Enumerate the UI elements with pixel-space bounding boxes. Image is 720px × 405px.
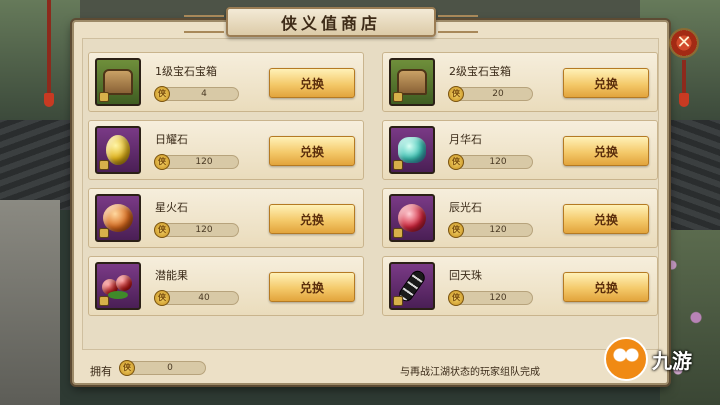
coin-icon: 侠 [448, 86, 464, 102]
shop-item-card: 2级宝石宝箱 侠 20 兑换 [382, 52, 658, 112]
shop-item-card: 回天珠 侠 120 兑换 [382, 256, 658, 316]
owned-label: 拥有 [90, 365, 112, 378]
close-icon: ✕ [676, 32, 692, 53]
shop-item-card: 星火石 侠 120 兑换 [88, 188, 364, 248]
shop-title-banner: 侠义值商店 [184, 7, 478, 37]
item-cost-value: 120 [489, 293, 507, 303]
yellow-gem-icon [106, 135, 130, 165]
coin-icon: 侠 [448, 222, 464, 238]
watermark-logo: 九游 [604, 334, 714, 384]
item-cost: 侠 40 [154, 290, 239, 306]
lock-icon [99, 296, 109, 306]
shop-item-card: 辰光石 侠 120 兑换 [382, 188, 658, 248]
exchange-button[interactable]: 兑换 [269, 68, 355, 98]
item-cost-value: 120 [195, 225, 213, 235]
tassel-left-decoration [44, 0, 54, 107]
item-icon-frame[interactable] [95, 58, 141, 106]
item-cost: 侠 120 [154, 222, 239, 238]
item-cost: 侠 120 [154, 154, 239, 170]
close-button[interactable]: ✕ [669, 28, 699, 58]
exchange-button[interactable]: 兑换 [269, 272, 355, 302]
item-cost-value: 120 [195, 157, 213, 167]
item-name: 1级宝石宝箱 [155, 65, 217, 78]
lock-icon [99, 228, 109, 238]
lock-icon [99, 160, 109, 170]
exchange-button[interactable]: 兑换 [563, 68, 649, 98]
shop-item-card: 月华石 侠 120 兑换 [382, 120, 658, 180]
item-icon-frame[interactable] [95, 194, 141, 242]
exchange-button[interactable]: 兑换 [563, 136, 649, 166]
background-wall-left [0, 200, 60, 405]
item-cost: 侠 4 [154, 86, 239, 102]
lock-icon [393, 296, 403, 306]
lock-icon [393, 228, 403, 238]
owned-balance: 侠 0 [119, 360, 206, 376]
exchange-button[interactable]: 兑换 [563, 204, 649, 234]
item-icon-frame[interactable] [389, 126, 435, 174]
tassel-right-decoration [679, 60, 689, 107]
item-name: 日耀石 [155, 133, 188, 146]
item-cost: 侠 120 [448, 154, 533, 170]
coin-icon: 侠 [154, 222, 170, 238]
coin-icon: 侠 [119, 360, 135, 376]
shop-item-card: 日耀石 侠 120 兑换 [88, 120, 364, 180]
item-cost-value: 120 [489, 225, 507, 235]
shop-item-card: 潜能果 侠 40 兑换 [88, 256, 364, 316]
lock-icon [393, 160, 403, 170]
exchange-button[interactable]: 兑换 [269, 136, 355, 166]
shop-title: 侠义值商店 [280, 14, 381, 33]
lock-icon [99, 92, 109, 102]
coin-icon: 侠 [154, 86, 170, 102]
footer-hint: 与再战江湖状态的玩家组队完成 [400, 367, 540, 378]
item-icon-frame[interactable] [95, 126, 141, 174]
item-name: 辰光石 [449, 201, 482, 214]
coin-icon: 侠 [448, 290, 464, 306]
item-name: 星火石 [155, 201, 188, 214]
coin-icon: 侠 [154, 290, 170, 306]
background-roof-left [0, 120, 70, 210]
item-name: 月华石 [449, 133, 482, 146]
shop-item-card: 1级宝石宝箱 侠 4 兑换 [88, 52, 364, 112]
item-name: 潜能果 [155, 269, 188, 282]
item-cost-value: 120 [489, 157, 507, 167]
item-icon-frame[interactable] [389, 194, 435, 242]
watermark-text: 九游 [652, 348, 692, 373]
item-name: 2级宝石宝箱 [449, 65, 511, 78]
background-roof-right [660, 120, 720, 230]
item-cost: 侠 120 [448, 290, 533, 306]
cyan-gem-icon [398, 137, 426, 163]
item-cost: 侠 120 [448, 222, 533, 238]
item-name: 回天珠 [449, 269, 482, 282]
mascot-icon [604, 337, 648, 381]
item-icon-frame[interactable] [389, 262, 435, 310]
item-cost-value: 4 [201, 89, 207, 99]
exchange-button[interactable]: 兑换 [563, 272, 649, 302]
item-cost: 侠 20 [448, 86, 533, 102]
owned-balance-value: 0 [167, 363, 173, 373]
coin-icon: 侠 [154, 154, 170, 170]
item-cost-value: 20 [492, 89, 504, 99]
lock-icon [393, 92, 403, 102]
item-icon-frame[interactable] [389, 58, 435, 106]
item-icon-frame[interactable] [95, 262, 141, 310]
exchange-button[interactable]: 兑换 [269, 204, 355, 234]
item-cost-value: 40 [198, 293, 210, 303]
coin-icon: 侠 [448, 154, 464, 170]
